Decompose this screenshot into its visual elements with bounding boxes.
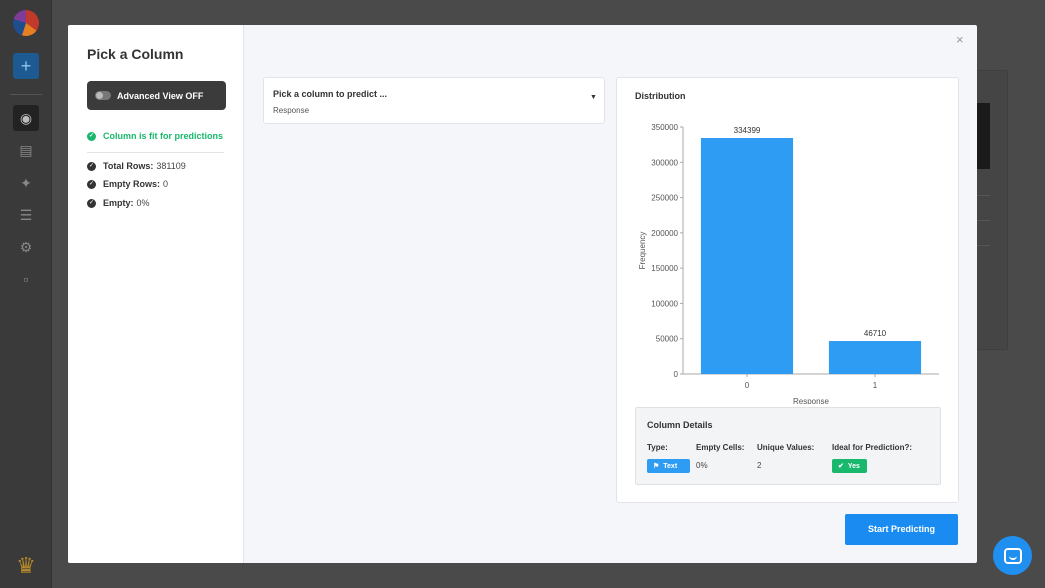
- column-select-label: Pick a column to predict ...: [273, 89, 388, 99]
- stat-value: 0: [163, 179, 169, 189]
- check-circle-icon: ✓: [87, 131, 96, 141]
- stat-empty: ✓ Empty: 0%: [87, 198, 150, 208]
- stat-total-rows: ✓ Total Rows: 381109: [87, 161, 186, 171]
- comment-icon[interactable]: ▫: [13, 266, 39, 292]
- crown-icon: ♛: [16, 553, 36, 578]
- column-details: Column Details Type: Empty Cells: Unique…: [635, 407, 941, 485]
- gear-icon[interactable]: ⚙: [13, 234, 39, 260]
- empty-cells-value: 0%: [696, 461, 708, 470]
- ideal-prediction-value: Yes: [847, 462, 860, 470]
- stat-label: Empty Rows:: [103, 179, 161, 189]
- binoculars-icon[interactable]: ◉: [13, 105, 39, 131]
- fit-message: Column is fit for predictions: [103, 131, 224, 141]
- app-logo-icon[interactable]: [13, 10, 39, 36]
- app-sidebar: + ◉ ▤ ✦ ☰ ⚙ ▫ ♛: [0, 0, 52, 588]
- sparkle-icon[interactable]: ✦: [13, 170, 39, 196]
- distribution-title: Distribution: [635, 91, 686, 101]
- y-tick-label: 100000: [651, 299, 678, 308]
- add-icon[interactable]: +: [13, 53, 39, 79]
- bar-value-label: 334399: [734, 126, 761, 135]
- caret-down-icon: ▼: [590, 94, 597, 101]
- column-select[interactable]: Pick a column to predict ... Response ▼: [263, 77, 605, 124]
- toggle-switch-icon: [95, 91, 111, 100]
- y-tick-label: 0: [674, 370, 679, 379]
- modal-title: Pick a Column: [87, 46, 184, 62]
- pick-column-modal: Pick a Column Advanced View OFF ✓ Column…: [68, 25, 977, 563]
- list-icon[interactable]: ☰: [13, 202, 39, 228]
- fit-status: ✓ Column is fit for predictions: [87, 131, 223, 141]
- modal-left-panel: Pick a Column Advanced View OFF ✓ Column…: [68, 25, 244, 563]
- y-tick-label: 200000: [651, 229, 678, 238]
- y-tick-label: 150000: [651, 264, 678, 273]
- start-predicting-button[interactable]: Start Predicting: [845, 514, 958, 545]
- stat-empty-rows: ✓ Empty Rows: 0: [87, 179, 168, 189]
- distribution-card: Distribution 0 50000 100000 150000 200000 250…: [616, 77, 959, 503]
- x-tick-label: 1: [873, 381, 878, 390]
- type-badge: ⚑ Text: [647, 459, 690, 473]
- close-icon[interactable]: ×: [956, 32, 964, 47]
- type-value: Text: [663, 462, 678, 470]
- divider: [87, 152, 224, 153]
- distribution-chart: 0 50000 100000 150000 200000 250000 300000 3500…: [638, 123, 939, 404]
- check-circle-icon: ✓: [87, 161, 96, 171]
- bar-value-label: 46710: [864, 329, 887, 338]
- y-tick-label: 250000: [651, 194, 678, 203]
- ideal-prediction-label: Ideal for Prediction?:: [832, 443, 913, 452]
- y-tick-label: 300000: [651, 158, 678, 167]
- stat-value: 0%: [136, 198, 150, 208]
- stat-value: 381109: [156, 161, 186, 171]
- stat-label: Empty:: [103, 198, 134, 208]
- empty-cells-label: Empty Cells:: [696, 443, 745, 452]
- column-select-value: Response: [273, 106, 310, 115]
- tag-icon: ⚑: [653, 463, 660, 470]
- unique-values-value: 2: [757, 461, 762, 470]
- storage-icon[interactable]: ▤: [13, 137, 39, 163]
- chat-icon: [1003, 547, 1022, 564]
- chat-button[interactable]: [993, 536, 1032, 575]
- y-tick-label: 350000: [651, 123, 678, 132]
- unique-values-label: Unique Values:: [757, 443, 815, 452]
- x-tick-label: 0: [745, 381, 750, 390]
- type-label: Type:: [647, 443, 668, 452]
- advanced-view-label: Advanced View OFF: [117, 90, 204, 101]
- bar: [828, 341, 922, 374]
- advanced-view-toggle[interactable]: Advanced View OFF: [87, 81, 226, 110]
- ideal-prediction-badge: ✔ Yes: [832, 459, 867, 473]
- check-circle-icon: ✓: [87, 179, 96, 189]
- check-circle-icon: ✓: [87, 198, 96, 208]
- column-details-title: Column Details: [647, 420, 713, 430]
- sidebar-divider: [10, 94, 42, 95]
- check-circle-icon: ✔: [838, 463, 844, 470]
- y-tick-label: 50000: [656, 335, 679, 344]
- y-axis-label: Frequency: [638, 232, 647, 270]
- x-axis-label: Response: [793, 397, 830, 404]
- bar: [700, 138, 794, 374]
- stat-label: Total Rows:: [103, 161, 154, 171]
